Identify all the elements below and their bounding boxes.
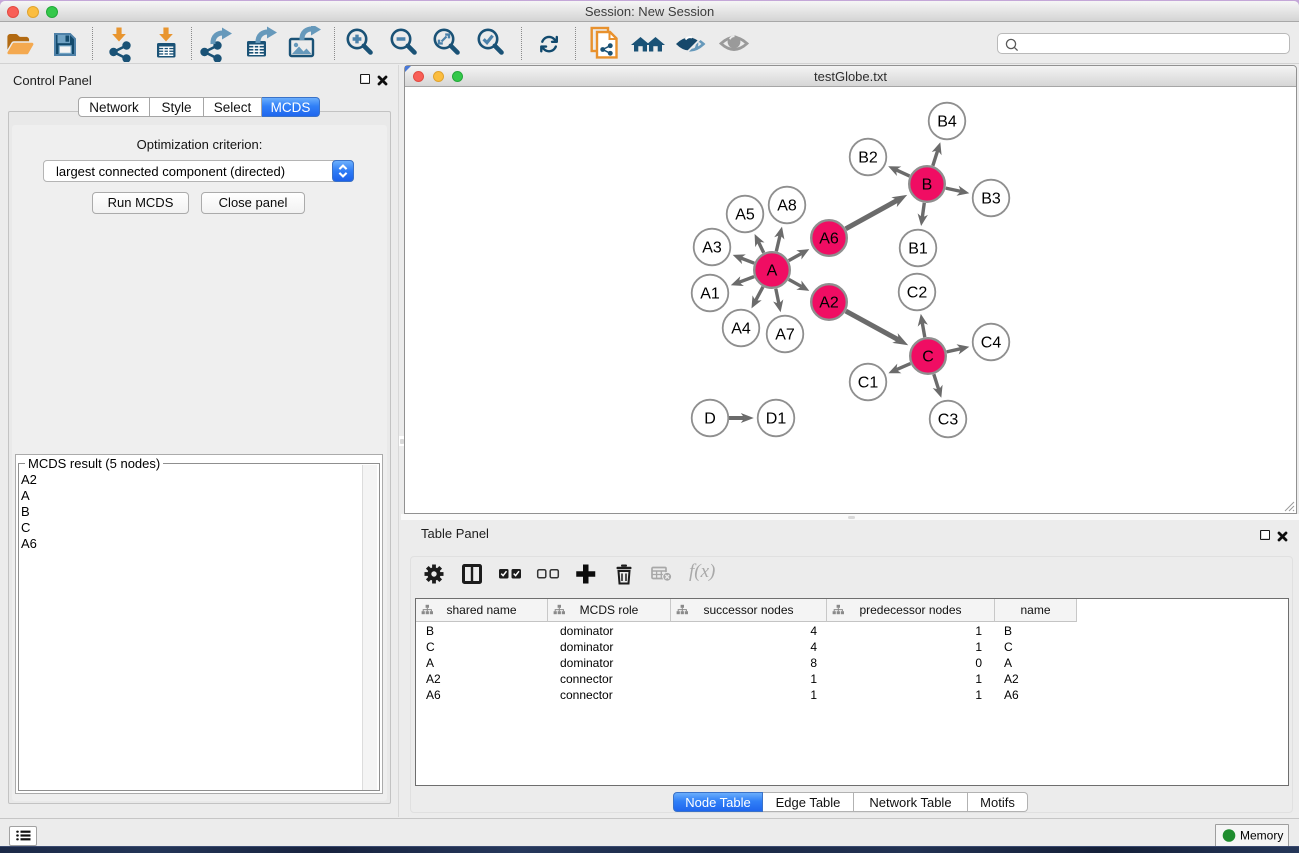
svg-text:A: A [767, 263, 778, 280]
svg-text:C4: C4 [981, 335, 1002, 352]
svg-text:Memory: Memory [1240, 829, 1283, 843]
svg-text:A2: A2 [819, 295, 839, 312]
svg-text:A7: A7 [775, 327, 795, 344]
svg-text:A8: A8 [777, 198, 797, 215]
svg-text:B: B [922, 177, 933, 194]
svg-text:C1: C1 [858, 375, 879, 392]
svg-text:C3: C3 [938, 412, 959, 429]
svg-text:C2: C2 [907, 285, 928, 302]
svg-text:B3: B3 [981, 191, 1001, 208]
svg-text:B1: B1 [908, 241, 928, 258]
svg-text:C: C [922, 349, 934, 366]
svg-text:B4: B4 [937, 114, 957, 131]
svg-text:A1: A1 [700, 286, 720, 303]
svg-text:B2: B2 [858, 150, 878, 167]
svg-text:A6: A6 [819, 231, 839, 248]
svg-text:D: D [704, 411, 716, 428]
svg-text:A5: A5 [735, 207, 755, 224]
svg-text:A3: A3 [702, 240, 722, 257]
svg-text:A4: A4 [731, 321, 751, 338]
svg-text:D1: D1 [766, 411, 787, 428]
